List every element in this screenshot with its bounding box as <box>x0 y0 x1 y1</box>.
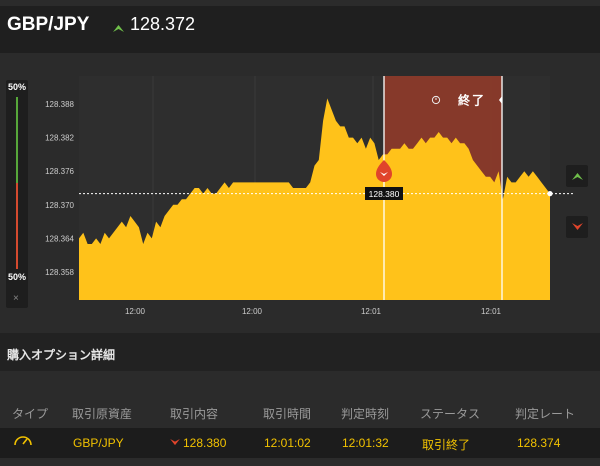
col-rate: 判定レート <box>515 407 576 421</box>
entry-price-label: 128.380 <box>369 189 400 199</box>
put-button[interactable] <box>566 216 588 238</box>
row-rate: 128.374 <box>517 436 561 450</box>
current-price: 128.372 <box>130 14 196 34</box>
col-type: タイプ <box>12 407 49 421</box>
end-label-text: 終了 <box>458 93 486 108</box>
down-arrow-icon <box>571 223 583 230</box>
down-arrow-icon <box>170 439 180 446</box>
up-arrow-icon <box>113 25 124 32</box>
up-arrow-icon <box>571 173 583 180</box>
row-judge-time: 12:01:32 <box>342 436 389 450</box>
col-trade-time: 取引時間 <box>263 407 312 421</box>
call-button[interactable] <box>566 165 588 187</box>
y-tick-label: 128.376 <box>45 167 74 176</box>
y-tick-label: 128.364 <box>45 234 74 243</box>
row-content: 128.380 <box>183 436 227 450</box>
gauge-icon <box>14 436 32 446</box>
x-tick-label: 12:01 <box>481 307 502 316</box>
x-tick-label: 12:01 <box>361 307 382 316</box>
col-content: 取引内容 <box>170 407 219 421</box>
row-asset: GBP/JPY <box>73 436 124 450</box>
sentiment-up-pct: 50% <box>8 82 27 92</box>
col-status: ステータス <box>420 407 481 421</box>
row-status: 取引終了 <box>422 438 471 452</box>
sentiment-down-bar <box>16 183 18 269</box>
col-judge-time: 判定時刻 <box>341 407 390 421</box>
y-tick-label: 128.370 <box>45 201 74 210</box>
x-tick-label: 12:00 <box>125 307 146 316</box>
sentiment-down-pct: 50% <box>8 272 27 282</box>
gauge-needle <box>22 438 28 445</box>
y-tick-label: 128.382 <box>45 134 74 143</box>
col-asset: 取引原資産 <box>72 407 133 421</box>
y-axis-ticks: 128.358 128.364 128.370 128.376 128.382 128.3… <box>45 100 74 277</box>
sentiment-up-bar <box>16 97 18 183</box>
x-tick-label: 12:00 <box>242 307 263 316</box>
y-tick-label: 128.358 <box>45 268 74 277</box>
row-trade-time: 12:01:02 <box>264 436 311 450</box>
details-title: 購入オプション詳細 <box>7 348 116 362</box>
close-icon[interactable]: × <box>13 293 19 304</box>
y-tick-label: 128.388 <box>45 100 74 109</box>
current-price-dot <box>547 191 553 197</box>
currency-pair: GBP/JPY <box>7 14 90 35</box>
x-axis-ticks: 12:00 12:00 12:01 12:01 <box>125 307 502 316</box>
price-chart: 128.358 128.364 128.370 128.376 128.382 128.3… <box>45 76 575 316</box>
header-bar <box>0 6 600 53</box>
